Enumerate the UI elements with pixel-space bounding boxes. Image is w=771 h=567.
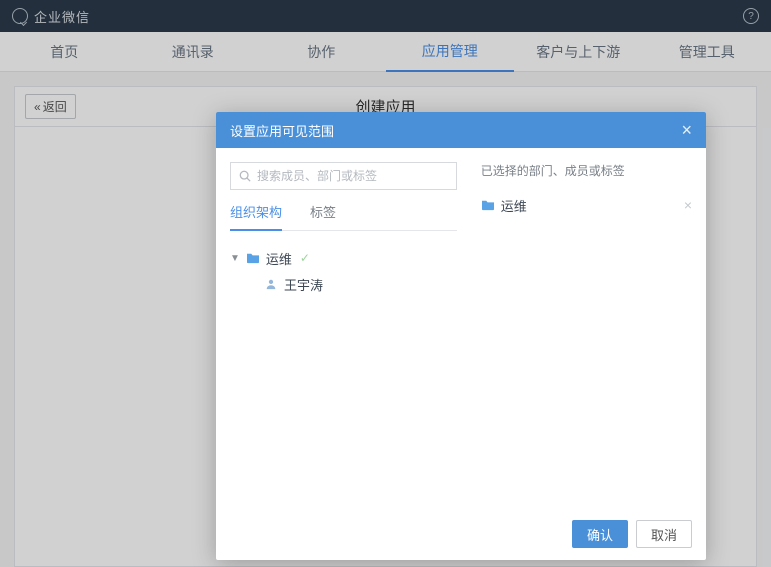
nav-tab-contacts[interactable]: 通讯录 bbox=[129, 32, 258, 71]
close-icon[interactable]: × bbox=[681, 121, 692, 139]
help-icon[interactable]: ? bbox=[743, 8, 759, 24]
brand-logo-icon bbox=[12, 8, 28, 24]
main-nav: 首页 通讯录 协作 应用管理 客户与上下游 管理工具 bbox=[0, 32, 771, 72]
tree-node-label: 王宇涛 bbox=[284, 275, 323, 294]
panel-right: 已选择的部门、成员或标签 运维 × bbox=[471, 148, 706, 508]
visibility-modal: 设置应用可见范围 × 组织架构 标签 ▼ 运维 ✓ bbox=[216, 112, 706, 560]
modal-subtabs: 组织架构 标签 bbox=[230, 202, 457, 231]
top-bar: 企业微信 ? bbox=[0, 0, 771, 32]
search-box[interactable] bbox=[230, 162, 457, 190]
check-icon: ✓ bbox=[300, 251, 310, 265]
tree-node-root[interactable]: ▼ 运维 ✓ bbox=[230, 245, 457, 271]
subtab-org[interactable]: 组织架构 bbox=[230, 202, 282, 231]
remove-icon[interactable]: × bbox=[684, 197, 692, 213]
selected-item-label: 运维 bbox=[501, 196, 527, 215]
panel-left: 组织架构 标签 ▼ 运维 ✓ 王宇涛 bbox=[216, 148, 471, 508]
modal-header: 设置应用可见范围 × bbox=[216, 112, 706, 148]
person-icon bbox=[264, 278, 278, 290]
brand-area[interactable]: 企业微信 bbox=[12, 7, 90, 26]
folder-icon bbox=[246, 252, 260, 264]
modal-footer: 确认 取消 bbox=[216, 508, 706, 560]
back-button[interactable]: « 返回 bbox=[25, 94, 76, 119]
nav-tab-customers[interactable]: 客户与上下游 bbox=[514, 32, 643, 71]
subtab-tags[interactable]: 标签 bbox=[310, 202, 336, 230]
nav-tab-admin-tools[interactable]: 管理工具 bbox=[643, 32, 771, 71]
nav-tab-home[interactable]: 首页 bbox=[0, 32, 129, 71]
org-tree: ▼ 运维 ✓ 王宇涛 bbox=[230, 245, 457, 297]
confirm-button[interactable]: 确认 bbox=[572, 520, 628, 548]
nav-tab-collab[interactable]: 协作 bbox=[257, 32, 386, 71]
nav-tab-apps[interactable]: 应用管理 bbox=[386, 32, 515, 72]
search-icon bbox=[239, 170, 251, 182]
modal-title: 设置应用可见范围 bbox=[230, 121, 334, 140]
tree-node-member[interactable]: 王宇涛 bbox=[230, 271, 457, 297]
modal-body: 组织架构 标签 ▼ 运维 ✓ 王宇涛 bbox=[216, 148, 706, 508]
cancel-button[interactable]: 取消 bbox=[636, 520, 692, 548]
folder-icon bbox=[481, 199, 495, 211]
selected-title: 已选择的部门、成员或标签 bbox=[481, 162, 692, 179]
chevron-left-icon: « bbox=[34, 100, 41, 114]
brand-name: 企业微信 bbox=[34, 7, 90, 26]
selected-item: 运维 × bbox=[481, 193, 692, 217]
chevron-down-icon: ▼ bbox=[230, 253, 240, 264]
back-button-label: 返回 bbox=[43, 98, 67, 115]
tree-node-label: 运维 bbox=[266, 249, 292, 268]
search-input[interactable] bbox=[257, 169, 448, 183]
